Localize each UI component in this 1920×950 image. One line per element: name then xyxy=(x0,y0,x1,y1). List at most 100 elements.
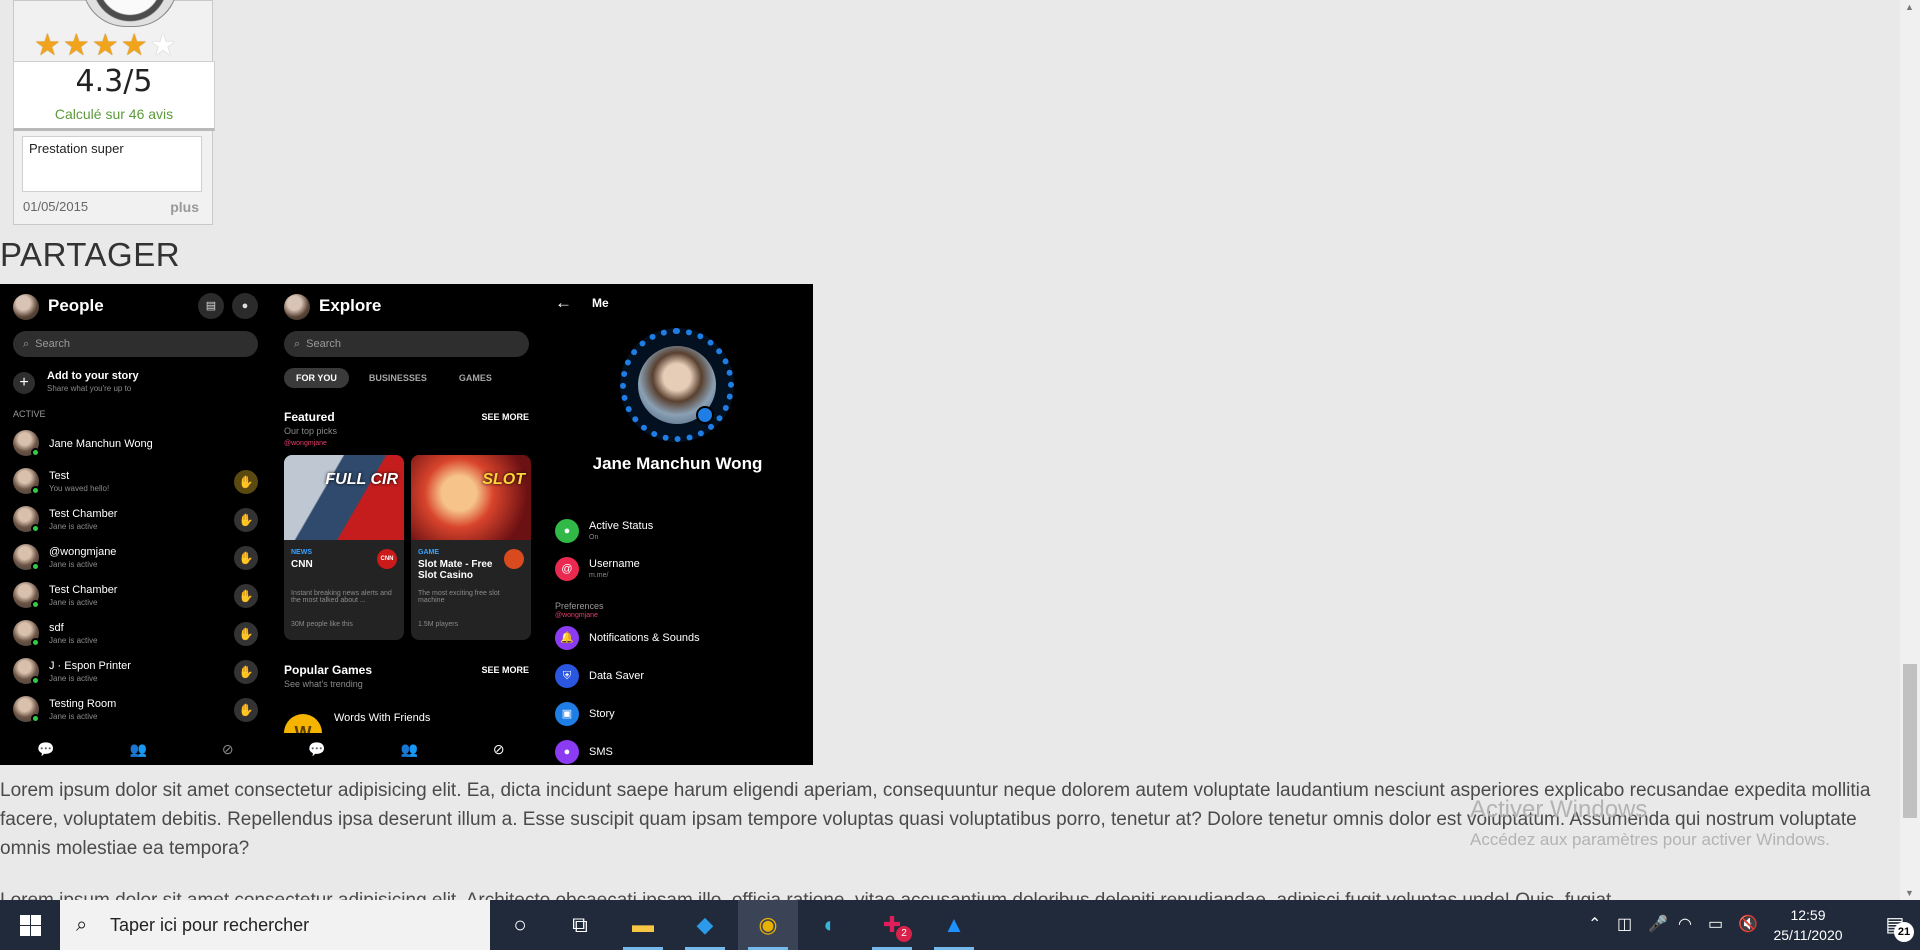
rating-score: 4.3/5 xyxy=(75,64,153,99)
file-explorer-icon[interactable]: ▬ xyxy=(613,900,673,950)
messenger-screenshot-image: People ▤ ● ⌕ Search + Add to your story S… xyxy=(0,284,813,765)
card-kind: GAME xyxy=(418,549,439,556)
star-icon: ★ xyxy=(62,29,90,62)
scroll-up-arrow-icon[interactable]: ▲ xyxy=(1905,2,1914,12)
edge-icon[interactable]: ◐ xyxy=(800,900,860,950)
windows-logo-icon xyxy=(31,915,41,925)
popular-see-more: SEE MORE xyxy=(481,665,529,675)
scroll-down-arrow-icon[interactable]: ▼ xyxy=(1905,888,1914,898)
rating-stars: ★ ★ ★ ★ ★ xyxy=(34,31,177,61)
messenger-badge-icon xyxy=(696,406,714,424)
explore-title: Explore xyxy=(319,296,382,315)
avatar xyxy=(13,294,39,320)
star-icon: ★ xyxy=(91,29,119,62)
add-person-icon: ● xyxy=(232,293,258,319)
at-sign-icon: @ xyxy=(555,557,579,581)
tab-businesses: BUSINESSES xyxy=(368,373,427,383)
story-icon: ▣ xyxy=(555,702,579,726)
contact-name: Jane Manchun Wong xyxy=(49,438,153,450)
me-title: Me xyxy=(592,296,609,310)
data-saver-row: ⛨ Data Saver xyxy=(555,664,805,694)
windows-logo-icon xyxy=(20,915,30,925)
wave-hand-icon: ✋ xyxy=(234,508,258,532)
card-description: The most exciting free slot machine xyxy=(418,590,500,604)
compass-icon: ⊘ xyxy=(221,740,234,757)
wave-hand-icon: ✋ xyxy=(234,698,258,722)
rating-caption: Calculé sur 46 avis xyxy=(54,106,174,122)
contact-row: Test You waved hello! ✋ xyxy=(13,468,258,498)
volume-muted-icon[interactable]: 🔇 xyxy=(1738,900,1758,950)
more-reviews-link[interactable]: plus xyxy=(170,199,199,215)
wave-hand-icon: ✋ xyxy=(234,470,258,494)
search-icon: ⌕ xyxy=(76,914,88,936)
show-hidden-icons-icon[interactable]: ⌃ xyxy=(1588,900,1601,950)
active-dot-icon xyxy=(31,524,40,533)
start-button[interactable] xyxy=(0,900,60,950)
windows-logo-icon xyxy=(20,926,30,936)
system-clock[interactable]: 12:59 25/11/2020 xyxy=(1768,905,1848,945)
cnn-card: FULL CIR CNN NEWS CNN Instant breaking n… xyxy=(284,455,404,640)
wave-hand-icon: ✋ xyxy=(234,622,258,646)
wave-hand-icon: ✋ xyxy=(234,546,258,570)
windows-logo-icon xyxy=(31,926,41,936)
row-subtitle: m.me/ xyxy=(589,572,609,579)
contact-name: sdf xyxy=(49,622,64,634)
sms-row: ● SMS xyxy=(555,740,805,765)
contact-row: @wongmjane Jane is active ✋ xyxy=(13,544,258,574)
card-description: Instant breaking news alerts and the mos… xyxy=(291,590,392,604)
review-date: 01/05/2015 xyxy=(23,199,89,214)
contact-name: J · Espon Printer xyxy=(49,660,131,672)
slack-badge: 2 xyxy=(896,926,912,942)
card-meta: 30M people like this xyxy=(291,621,353,628)
cortana-icon[interactable]: ○ xyxy=(490,900,550,950)
row-title: Username xyxy=(589,558,640,570)
game-name: Words With Friends xyxy=(334,712,431,724)
vscode-icon[interactable]: ◆ xyxy=(675,900,735,950)
contact-name: Test xyxy=(49,470,70,482)
active-dot-icon xyxy=(31,714,40,723)
slack-icon[interactable]: ✚ 2 xyxy=(862,900,922,950)
row-title: Notifications & Sounds xyxy=(589,632,700,644)
active-label: ACTIVE xyxy=(13,409,46,419)
people-pane: People ▤ ● ⌕ Search + Add to your story S… xyxy=(0,284,271,765)
microphone-icon[interactable]: 🎤 xyxy=(1648,900,1668,950)
row-title: Story xyxy=(589,708,615,720)
contact-row: Test Chamber Jane is active ✋ xyxy=(13,582,258,612)
story-row: ▣ Story xyxy=(555,702,805,732)
page-scrollbar[interactable]: ▲ ▼ xyxy=(1900,0,1920,900)
contact-status: Jane is active xyxy=(49,522,98,531)
add-story-subtitle: Share what you're up to xyxy=(47,384,132,393)
contact-status: You waved hello! xyxy=(49,484,110,493)
notification-center-icon[interactable]: ▤21 xyxy=(1870,900,1920,950)
task-view-icon[interactable]: ⧉ xyxy=(550,900,610,950)
contact-name: Testing Room xyxy=(49,698,117,710)
star-icon: ★ xyxy=(120,29,148,62)
explore-search-bar: ⌕ Search xyxy=(284,331,529,357)
chats-icon: 💬 xyxy=(37,740,55,757)
chrome-icon[interactable]: ◉ xyxy=(738,900,798,950)
taskbar-search-box[interactable]: ⌕ Taper ici pour rechercher xyxy=(60,900,490,950)
photos-icon[interactable]: ▲ xyxy=(924,900,984,950)
windows-taskbar: ⌕ Taper ici pour rechercher ○ ⧉ ▬ ◆ ◉ ◐ … xyxy=(0,900,1920,950)
wave-hand-icon: ✋ xyxy=(234,584,258,608)
active-status-row: ● Active Status On xyxy=(555,519,805,549)
cnn-card-image xyxy=(284,455,404,540)
contact-row: Testing Room Jane is active ✋ xyxy=(13,696,258,726)
featured-title: Featured xyxy=(284,410,335,424)
back-arrow-icon: ← xyxy=(555,293,572,312)
row-title: Active Status xyxy=(589,520,654,532)
wifi-icon[interactable]: ◠ xyxy=(1678,900,1692,950)
battery-icon[interactable]: ▭ xyxy=(1708,900,1723,950)
scrollbar-thumb[interactable] xyxy=(1903,664,1917,818)
ekomi-logo-text: eKomi xyxy=(83,0,177,1)
popular-games-subtitle: See what's trending xyxy=(284,679,363,689)
activation-watermark-subtitle: Accédez aux paramètres pour activer Wind… xyxy=(1470,830,1830,849)
slot-card-image xyxy=(411,455,531,540)
explore-pane: Explore ⌕ Search FOR YOU BUSINESSES GAMES… xyxy=(271,284,542,765)
meet-now-icon[interactable]: ◫ xyxy=(1617,900,1632,950)
avatar xyxy=(284,294,310,320)
contact-name: @wongmjane xyxy=(49,546,117,558)
contact-status: Jane is active xyxy=(49,712,98,721)
people-search-bar: ⌕ Search xyxy=(13,331,258,357)
active-dot-icon xyxy=(31,448,40,457)
